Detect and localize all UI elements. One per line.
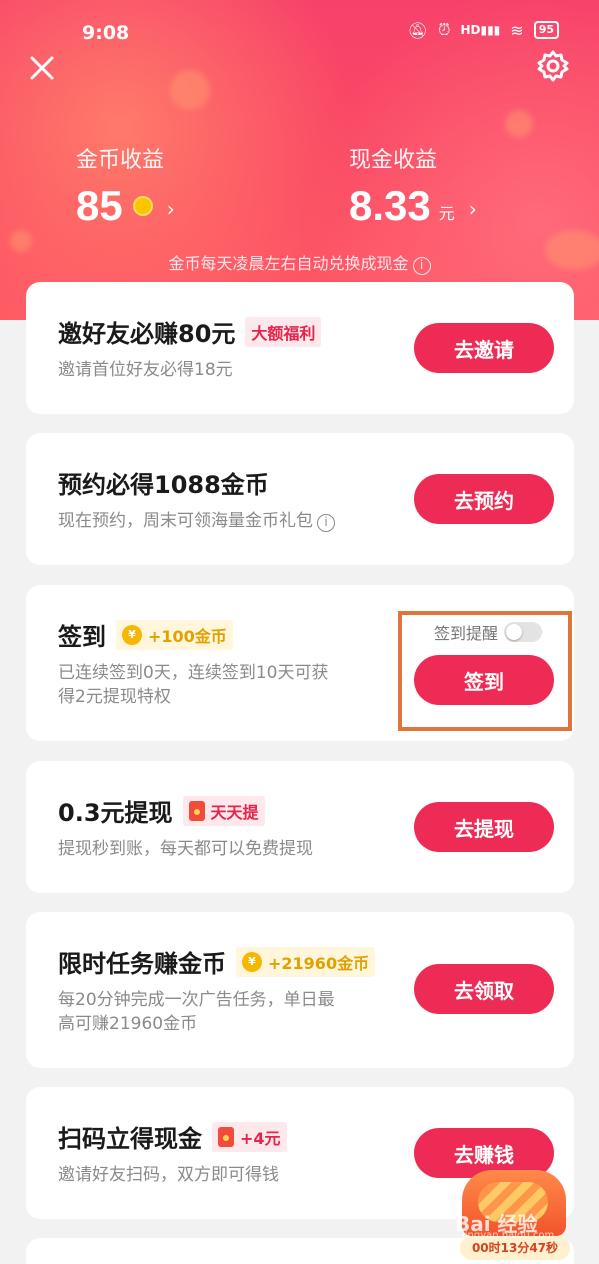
- task-card-invite: 邀好友必赚80元 大额福利 邀请首位好友必得18元 去邀请: [26, 282, 574, 414]
- bokeh-decoration: [505, 110, 533, 138]
- task-desc: 邀请好友扫码，双方即可得钱: [58, 1165, 279, 1185]
- status-time: 9:08: [82, 22, 130, 44]
- task-card-reserve: 预约必得1088金币 现在预约，周末可领海量金币礼包 i 去预约: [26, 433, 574, 565]
- task-desc: 现在预约，周末可领海量金币礼包: [58, 511, 313, 531]
- task-desc-line: 已连续签到0天，连续签到10天可获: [58, 663, 329, 683]
- battery-icon: 95: [533, 21, 559, 39]
- exchange-hint: 金币每天凌晨左右自动兑换成现金 i: [0, 250, 599, 275]
- status-bar: 9:08 🔕︎ ⏰︎ HD▮▮▮ ≋ 95: [0, 0, 599, 60]
- cash-earnings[interactable]: 现金收益 8.33 元 ›: [349, 142, 477, 230]
- settings-button[interactable]: [535, 48, 571, 84]
- chevron-right-icon: ›: [468, 197, 477, 221]
- withdraw-button[interactable]: 去提现: [414, 802, 554, 852]
- cash-earnings-label: 现金收益: [349, 148, 438, 173]
- info-icon[interactable]: i: [412, 257, 431, 275]
- task-card-limited: 限时任务赚金币 ¥ +21960金币 每20分钟完成一次广告任务，单日最 高可赚2…: [26, 912, 574, 1068]
- red-envelope-icon: [188, 800, 205, 821]
- coin-earnings[interactable]: 金币收益 85 ›: [76, 142, 175, 230]
- task-title: 扫码立得现金: [58, 1125, 202, 1153]
- signal-icon: HD▮▮▮: [460, 23, 501, 37]
- info-icon[interactable]: i: [317, 514, 335, 532]
- task-title: 签到: [58, 623, 106, 651]
- task-desc: 提现秒到账，每天都可以免费提现: [58, 839, 313, 859]
- coin-icon: ¥: [122, 624, 142, 645]
- task-desc: 每20分钟完成一次广告任务，单日最 高可赚21960金币: [58, 988, 335, 1036]
- task-title: 0.3元提现: [58, 799, 173, 827]
- network-type: HD: [460, 23, 481, 37]
- red-envelope-icon: [218, 1126, 234, 1147]
- task-desc-line: 每20分钟完成一次广告任务，单日最: [58, 990, 335, 1010]
- highlight-annotation: [398, 611, 572, 731]
- bokeh-decoration: [10, 230, 32, 252]
- claim-button[interactable]: 去领取: [414, 964, 554, 1014]
- cash-unit: 元: [438, 204, 455, 223]
- wifi-icon: ≋: [510, 20, 524, 40]
- alarm-icon: ⏰︎: [437, 20, 451, 39]
- task-tag-text: +4元: [240, 1128, 281, 1148]
- task-tag-text: 大额福利: [251, 323, 316, 343]
- close-icon: [30, 56, 54, 80]
- task-desc-row: 现在预约，周末可领海量金币礼包 i: [58, 509, 335, 533]
- task-tag-text: +21960金币: [268, 953, 370, 973]
- invite-button[interactable]: 去邀请: [414, 323, 554, 373]
- watermark-url: jingyan.baidu.com: [462, 1230, 555, 1241]
- coin-earnings-label: 金币收益: [76, 148, 165, 173]
- chevron-right-icon: ›: [166, 197, 175, 221]
- task-desc: 邀请首位好友必得18元: [58, 360, 233, 380]
- gear-icon: [537, 50, 569, 82]
- cash-earnings-value: 8.33: [349, 182, 431, 229]
- task-desc: 已连续签到0天，连续签到10天可获 得2元提现特权: [58, 661, 328, 709]
- task-tag: 天天提: [182, 795, 265, 826]
- task-desc-line: 高可赚21960金币: [58, 1014, 198, 1034]
- task-tag: +4元: [212, 1121, 287, 1152]
- coin-earnings-value: 85: [76, 182, 123, 229]
- task-tag: ¥ +21960金币: [236, 946, 376, 977]
- task-tag: 大额福利: [245, 316, 322, 347]
- reserve-button[interactable]: 去预约: [414, 474, 554, 524]
- mute-icon: 🔕︎: [407, 20, 428, 40]
- task-title: 邀好友必赚80元: [58, 320, 236, 348]
- status-icons: 🔕︎ ⏰︎ HD▮▮▮ ≋ 95: [408, 20, 559, 40]
- task-tag: ¥ +100金币: [116, 619, 233, 650]
- task-title: 限时任务赚金币: [58, 950, 226, 978]
- close-button[interactable]: [24, 50, 60, 86]
- coin-icon: [132, 196, 153, 216]
- exchange-hint-text: 金币每天凌晨左右自动兑换成现金: [168, 254, 409, 273]
- task-tag-text: +100金币: [148, 626, 227, 646]
- task-title: 预约必得1088金币: [58, 471, 269, 499]
- coin-icon: ¥: [242, 951, 262, 972]
- task-card-withdraw: 0.3元提现 天天提 提现秒到账，每天都可以免费提现 去提现: [26, 761, 574, 893]
- task-desc-line: 得2元提现特权: [58, 687, 171, 707]
- bokeh-decoration: [170, 70, 210, 110]
- task-tag-text: 天天提: [210, 802, 259, 822]
